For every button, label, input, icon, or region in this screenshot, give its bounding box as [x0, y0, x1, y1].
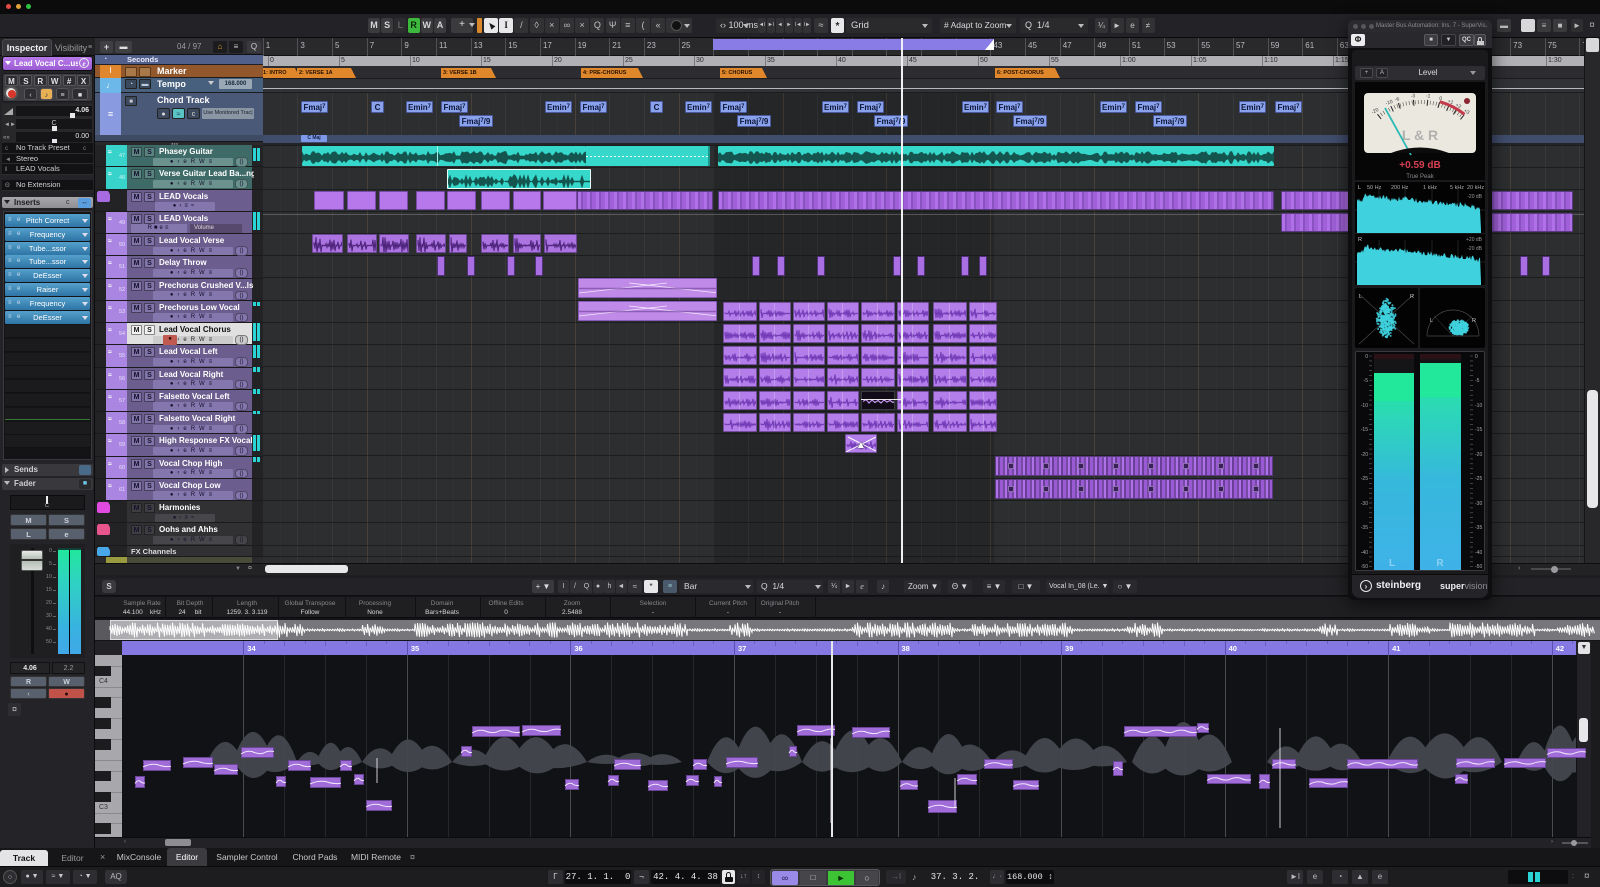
- svg-text:0: 0: [1365, 354, 1368, 360]
- svg-text:1 kHz: 1 kHz: [1423, 185, 1437, 191]
- svg-text:-25: -25: [1475, 476, 1482, 482]
- svg-text:-30: -30: [1361, 501, 1368, 507]
- svg-text:L: L: [1358, 185, 1361, 191]
- svg-text:-50: -50: [1475, 564, 1482, 570]
- svg-text:R: R: [1472, 318, 1476, 324]
- svg-text:L: L: [1430, 318, 1433, 324]
- svg-text:-5: -5: [1364, 378, 1369, 384]
- svg-text:L: L: [1359, 294, 1362, 300]
- svg-text:0: 0: [1475, 354, 1478, 360]
- svg-text:-25: -25: [1361, 476, 1368, 482]
- svg-text:-50: -50: [1361, 564, 1368, 570]
- svg-text:R: R: [1410, 294, 1414, 300]
- svg-text:-10: -10: [1475, 403, 1482, 409]
- svg-text:-5: -5: [1475, 378, 1480, 384]
- svg-text:-1: -1: [1426, 93, 1431, 99]
- svg-text:-35: -35: [1361, 525, 1368, 531]
- svg-text:True Peak: True Peak: [1406, 174, 1434, 180]
- svg-text:-40: -40: [1361, 550, 1368, 556]
- svg-text:-20: -20: [1475, 452, 1482, 458]
- svg-text:-40: -40: [1475, 550, 1482, 556]
- svg-text:-35: -35: [1475, 525, 1482, 531]
- svg-text:-20: -20: [1361, 452, 1368, 458]
- svg-text:-10: -10: [1361, 403, 1368, 409]
- svg-text:50 Hz: 50 Hz: [1367, 185, 1382, 191]
- svg-text:L: L: [1389, 558, 1395, 569]
- svg-text:20 kHz: 20 kHz: [1467, 185, 1484, 191]
- svg-text:R: R: [1358, 237, 1362, 243]
- svg-text:5 kHz: 5 kHz: [1450, 185, 1464, 191]
- svg-text:-30: -30: [1475, 501, 1482, 507]
- svg-text:+20 dB: +20 dB: [1466, 237, 1483, 243]
- svg-text:L & R: L & R: [1402, 127, 1438, 143]
- svg-text:-20 dB: -20 dB: [1467, 194, 1482, 200]
- svg-text:-15: -15: [1361, 427, 1368, 433]
- svg-text:-15: -15: [1475, 427, 1482, 433]
- svg-text:R: R: [1436, 558, 1444, 569]
- svg-text:-3: -3: [1411, 93, 1416, 99]
- svg-text:-20 dB: -20 dB: [1467, 246, 1482, 252]
- svg-text:+0.59 dB: +0.59 dB: [1399, 160, 1440, 171]
- svg-text:200 Hz: 200 Hz: [1391, 185, 1409, 191]
